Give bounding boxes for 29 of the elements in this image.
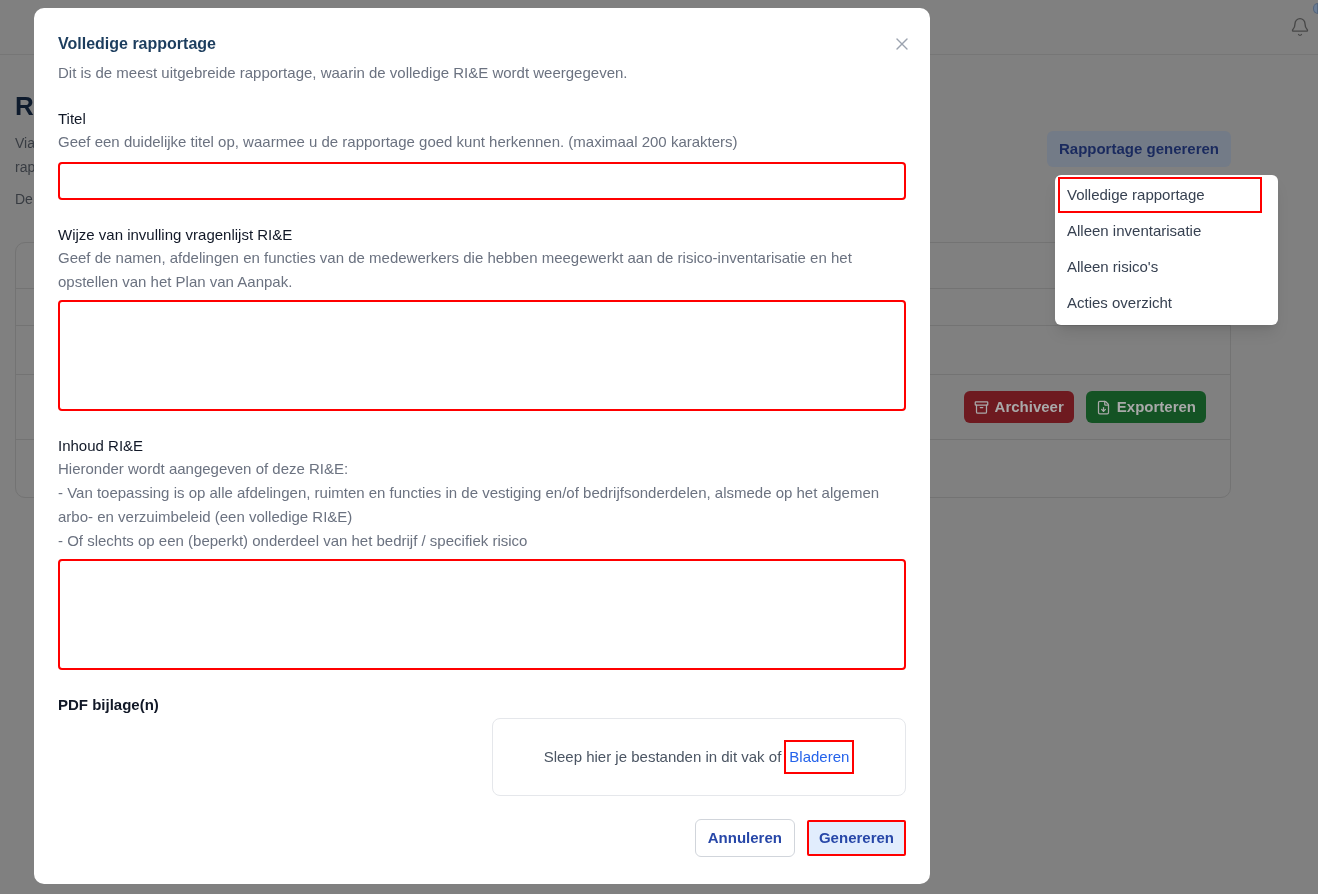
text-area-field[interactable]: [58, 300, 906, 411]
menu-item[interactable]: Volledige rapportage: [1058, 177, 1262, 213]
page-heading: R: [15, 90, 34, 123]
field-hint: Geef een duidelijke titel op, waarmee u de rapportage goed kunt herkennen. (maximaal 200 karakters): [58, 132, 739, 152]
file-download-icon: [1095, 399, 1111, 415]
notification-bell-icon[interactable]: [1290, 17, 1310, 37]
export-button[interactable]: Exporteren: [1085, 391, 1206, 423]
meta-text: De: [15, 190, 33, 209]
browse-link[interactable]: Bladeren: [784, 739, 855, 775]
attachments-label: PDF bijlage(n): [58, 695, 159, 715]
text-input-field[interactable]: [58, 162, 906, 200]
dialog-title: Volledige rapportage: [58, 34, 216, 54]
file-dropzone[interactable]: Sleep hier je bestanden in dit vak of Bladeren: [492, 718, 906, 796]
field-hint: Geef de namen, afdelingen en functies van de medewerkers die hebben meegewerkt aan de risico-inventarisatie en het opstellen van het Plan van Aanpak.: [58, 248, 853, 292]
dropzone-text: Sleep hier je bestanden in dit vak of: [543, 746, 782, 767]
menu-item[interactable]: Acties overzicht: [1058, 285, 1262, 321]
text-area-field[interactable]: [58, 559, 906, 670]
dialog-description: Dit is de meest uitgebreide rapportage, waarin de volledige RI&E wordt weergegeven.: [58, 63, 628, 83]
field-hint: Hieronder wordt aangegeven of deze RI&E: - Van toepassing is op alle afdelingen, ruimten en functies in de vestiging en/of bedrijfsonderdelen, alsmede op het algemen arbo- en verzuimbeleid (een volledige RI&E) - Of slechts op een (beperkt) onderdeel van het bedrijf / specifiek risico: [58, 459, 881, 551]
field-label: Inhoud RI&E: [58, 436, 144, 456]
archive-button[interactable]: Archiveer: [963, 391, 1074, 423]
field-label: Wijze van invulling vragenlijst RI&E: [58, 225, 293, 245]
field-label: Titel: [58, 109, 86, 129]
menu-item[interactable]: Alleen inventarisatie: [1058, 213, 1262, 249]
cancel-button[interactable]: Annuleren: [694, 819, 795, 857]
archive-icon: [973, 399, 989, 415]
menu-item[interactable]: Alleen risico's: [1058, 249, 1262, 285]
generate-button[interactable]: Genereren: [806, 820, 906, 856]
intro-text: Via: [15, 134, 35, 153]
